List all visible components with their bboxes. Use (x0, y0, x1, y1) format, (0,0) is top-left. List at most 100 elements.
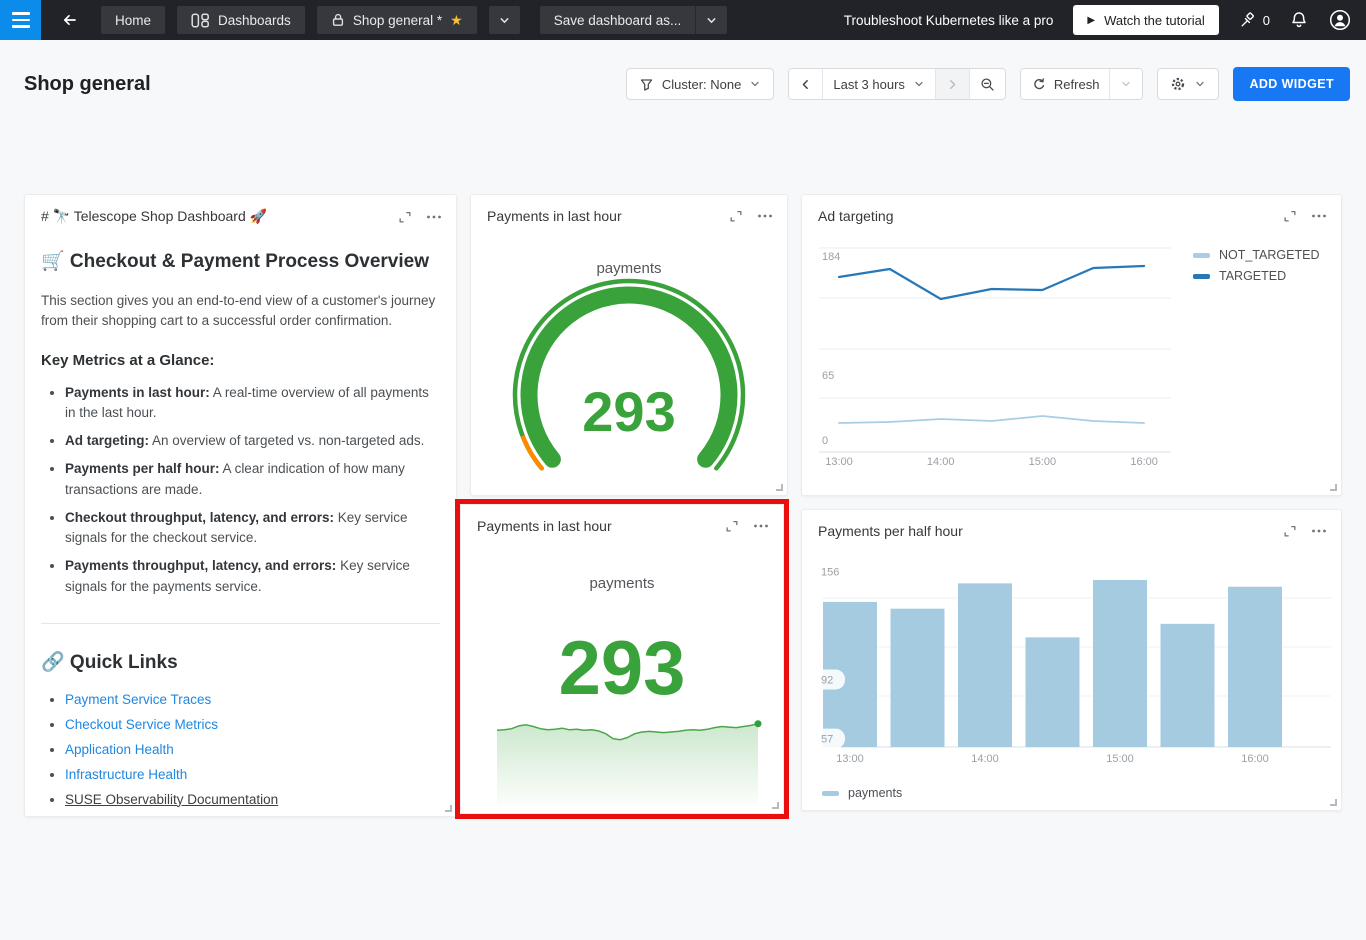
time-zoom-out-button[interactable] (969, 69, 1005, 99)
markdown-heading: 🛒 Checkout & Payment Process Overview (41, 249, 440, 273)
refresh-button[interactable]: Refresh (1021, 69, 1110, 99)
list-item: Infrastructure Health (65, 767, 440, 782)
list-item: Payment Service Traces (65, 692, 440, 707)
expand-widget-button[interactable] (1283, 524, 1297, 538)
expand-icon (1283, 524, 1297, 538)
widget-header: Payments in last hour (461, 505, 783, 540)
legend-item[interactable]: TARGETED (1193, 269, 1319, 283)
list-item: Ad targeting: An overview of targeted vs… (65, 431, 440, 451)
link-infrastructure-health[interactable]: Infrastructure Health (65, 767, 187, 782)
widget-title: Payments per half hour (818, 523, 963, 539)
widget-title: Payments in last hour (487, 208, 622, 224)
metrics-heading: Key Metrics at a Glance: (41, 352, 440, 369)
menu-button[interactable] (0, 0, 41, 40)
cluster-filter-button[interactable]: Cluster: None (626, 68, 774, 100)
widget-title: # 🔭 Telescope Shop Dashboard 🚀 (41, 208, 267, 225)
expand-widget-button[interactable] (398, 210, 412, 224)
markdown-description: This section gives you an end-to-end vie… (41, 291, 440, 332)
legend-label: payments (848, 786, 902, 800)
link-checkout-service-metrics[interactable]: Checkout Service Metrics (65, 717, 218, 732)
widget-resize-handle[interactable] (445, 805, 452, 812)
pinned-items[interactable]: 0 (1239, 12, 1270, 29)
widget-header: # 🔭 Telescope Shop Dashboard 🚀 (25, 195, 456, 231)
svg-text:13:00: 13:00 (836, 753, 864, 765)
tab-dashboards[interactable]: Dashboards (177, 6, 305, 34)
refresh-menu-button[interactable] (1109, 69, 1142, 99)
widget-menu-button[interactable] (426, 210, 442, 224)
expand-widget-button[interactable] (729, 209, 743, 223)
save-dashboard-as-button[interactable]: Save dashboard as... (540, 6, 696, 34)
tab-shop-general-label: Shop general * (353, 13, 442, 28)
list-item: Application Health (65, 742, 440, 757)
tab-home[interactable]: Home (101, 6, 165, 34)
back-button[interactable] (55, 6, 83, 34)
topbar-right: Troubleshoot Kubernetes like a pro ▶ Wat… (844, 5, 1366, 35)
gear-icon (1170, 76, 1186, 92)
gauge-value: 293 (471, 383, 787, 441)
tab-dashboards-label: Dashboards (218, 13, 291, 28)
legend-label: NOT_TARGETED (1219, 248, 1319, 262)
save-dashboard-menu-button[interactable] (695, 6, 727, 34)
link-payment-service-traces[interactable]: Payment Service Traces (65, 692, 211, 707)
chevron-right-icon (946, 78, 959, 91)
time-range-button[interactable]: Last 3 hours (822, 69, 935, 99)
widget-resize-handle[interactable] (1330, 484, 1337, 491)
widget-title: Ad targeting (818, 208, 894, 224)
widget-menu-button[interactable] (753, 519, 769, 533)
spark-series-label: payments (461, 575, 783, 592)
dashboard-tabs: Home Dashboards Shop general * ★ (101, 6, 520, 34)
ellipsis-icon (1311, 524, 1327, 538)
expand-icon (729, 209, 743, 223)
widget-menu-button[interactable] (757, 209, 773, 223)
dashboard-settings-button[interactable] (1157, 68, 1219, 100)
time-back-button[interactable] (789, 69, 822, 99)
chevron-down-icon (498, 14, 511, 27)
widget-menu-button[interactable] (1311, 524, 1327, 538)
svg-text:13:00: 13:00 (825, 456, 853, 468)
metric-label: Checkout throughput, latency, and errors… (65, 510, 334, 525)
divider (41, 623, 440, 624)
promo-text: Troubleshoot Kubernetes like a pro (844, 13, 1054, 28)
widget-resize-handle[interactable] (1330, 799, 1337, 806)
add-widget-button[interactable]: ADD WIDGET (1233, 67, 1350, 101)
watch-tutorial-button[interactable]: ▶ Watch the tutorial (1073, 5, 1218, 35)
tab-shop-general[interactable]: Shop general * ★ (317, 6, 477, 34)
legend-swatch (822, 791, 839, 796)
list-item: Checkout throughput, latency, and errors… (65, 508, 440, 549)
svg-text:14:00: 14:00 (971, 753, 999, 765)
user-avatar[interactable] (1328, 8, 1352, 32)
cluster-filter-label: Cluster: None (662, 77, 741, 92)
widget-resize-handle[interactable] (772, 802, 779, 809)
tabs-overflow-button[interactable] (489, 6, 520, 34)
svg-text:15:00: 15:00 (1029, 456, 1057, 468)
svg-text:156: 156 (821, 567, 839, 579)
svg-text:16:00: 16:00 (1130, 456, 1158, 468)
svg-text:92: 92 (821, 675, 833, 687)
chevron-down-icon (1120, 78, 1132, 90)
widget-menu-button[interactable] (1311, 209, 1327, 223)
ad-targeting-widget: Ad targeting 06518413:0014:0015:0016:00 … (801, 194, 1342, 496)
svg-text:14:00: 14:00 (927, 456, 955, 468)
play-icon: ▶ (1087, 15, 1095, 26)
ellipsis-icon (426, 210, 442, 224)
expand-widget-button[interactable] (1283, 209, 1297, 223)
markdown-widget: # 🔭 Telescope Shop Dashboard 🚀 🛒 Checkou… (24, 194, 457, 817)
legend-item[interactable]: NOT_TARGETED (1193, 248, 1319, 262)
chart-legend: payments (822, 786, 902, 800)
ellipsis-icon (757, 209, 773, 223)
legend-item[interactable]: payments (822, 786, 902, 800)
bar-chart-canvas: 579215613:0014:0015:0016:00 (802, 510, 1342, 811)
favorite-star-icon[interactable]: ★ (450, 13, 463, 27)
widget-title: Payments in last hour (477, 518, 612, 534)
metric-label: Payments in last hour: (65, 385, 210, 400)
link-suse-observability-docs[interactable]: SUSE Observability Documentation (65, 792, 278, 807)
time-forward-button[interactable] (935, 69, 969, 99)
link-application-health[interactable]: Application Health (65, 742, 174, 757)
list-item: Payments per half hour: A clear indicati… (65, 459, 440, 500)
notifications-button[interactable] (1290, 11, 1308, 29)
widget-resize-handle[interactable] (776, 484, 783, 491)
chart-legend: NOT_TARGETED TARGETED (1193, 248, 1319, 283)
page-title: Shop general (24, 73, 151, 96)
time-range-label: Last 3 hours (833, 77, 905, 92)
expand-widget-button[interactable] (725, 519, 739, 533)
